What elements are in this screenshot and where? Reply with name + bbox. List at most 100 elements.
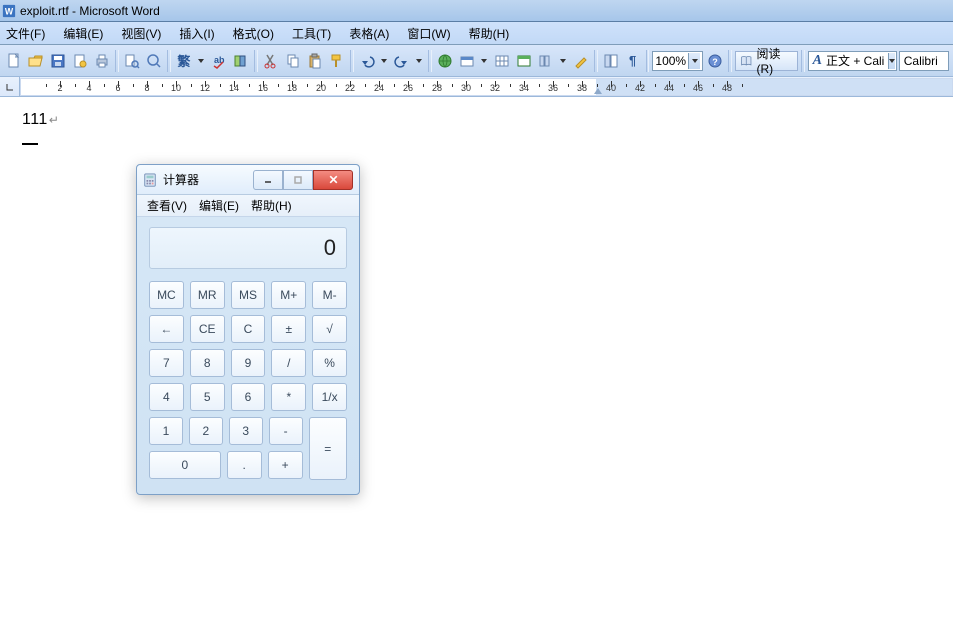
ruler-tick <box>568 84 569 87</box>
calc-key-ce[interactable]: CE <box>190 315 225 343</box>
calc-key-mr[interactable]: MR <box>190 281 225 309</box>
menu-file[interactable]: 文件(F) <box>4 23 47 44</box>
menu-table[interactable]: 表格(A) <box>347 23 391 44</box>
format-painter-icon[interactable] <box>327 50 347 72</box>
paragraph-mark-icon: ↵ <box>49 113 59 127</box>
close-button[interactable] <box>313 170 353 190</box>
toolbar-dropdown-icon[interactable] <box>414 50 425 72</box>
drawing-icon[interactable] <box>571 50 591 72</box>
ruler-tick <box>104 84 105 87</box>
calc-key-mminus[interactable]: M- <box>312 281 347 309</box>
calc-key-8[interactable]: 8 <box>190 349 225 377</box>
insert-worksheet-icon[interactable] <box>514 50 534 72</box>
redo-icon[interactable] <box>392 50 412 72</box>
svg-text:ab: ab <box>214 55 225 65</box>
chevron-down-icon[interactable] <box>888 53 895 69</box>
calc-key-negate[interactable]: ± <box>271 315 306 343</box>
print-icon[interactable] <box>92 50 112 72</box>
tab-align-icon[interactable] <box>0 77 20 96</box>
style-combo[interactable]: A 正文 + Cali <box>808 51 897 71</box>
toolbar-dropdown-icon[interactable] <box>558 50 569 72</box>
ruler-tick <box>60 81 61 87</box>
new-doc-icon[interactable] <box>4 50 24 72</box>
menu-edit[interactable]: 编辑(E) <box>61 23 105 44</box>
toolbar-separator <box>428 50 432 72</box>
calc-key-2[interactable]: 2 <box>189 417 223 445</box>
right-indent-marker[interactable] <box>594 88 602 94</box>
menu-tools[interactable]: 工具(T) <box>290 23 333 44</box>
calculator-window[interactable]: 计算器 查看(V) 编辑(E) 帮助(H) 0 MC MR MS M+ M- ←… <box>136 164 360 495</box>
toolbar-dropdown-icon[interactable] <box>479 50 490 72</box>
calc-key-7[interactable]: 7 <box>149 349 184 377</box>
calc-key-divide[interactable]: / <box>271 349 306 377</box>
menu-format[interactable]: 格式(O) <box>231 23 276 44</box>
insert-table-icon[interactable] <box>492 50 512 72</box>
horizontal-ruler[interactable]: 2468101214161820222426283032343638404244… <box>20 78 953 96</box>
toolbar-dropdown-icon[interactable] <box>196 50 207 72</box>
help-icon[interactable]: ? <box>705 50 725 72</box>
calc-key-percent[interactable]: % <box>312 349 347 377</box>
calc-key-plus[interactable]: + <box>268 451 303 479</box>
calc-key-multiply[interactable]: * <box>271 383 306 411</box>
menu-insert[interactable]: 插入(I) <box>177 23 216 44</box>
calc-menu-view[interactable]: 查看(V) <box>147 197 187 214</box>
font-combo[interactable]: Calibri <box>899 51 949 71</box>
calc-titlebar[interactable]: 计算器 <box>137 165 359 195</box>
calc-key-6[interactable]: 6 <box>231 383 266 411</box>
traditional-chinese-icon[interactable]: 繁 <box>174 50 194 72</box>
ruler-tick <box>510 84 511 87</box>
zoom-combo[interactable]: 100% <box>652 51 703 71</box>
ruler-tick <box>365 84 366 87</box>
calc-key-mplus[interactable]: M+ <box>271 281 306 309</box>
ruler-tick <box>307 84 308 87</box>
calc-key-9[interactable]: 9 <box>231 349 266 377</box>
calc-key-reciprocal[interactable]: 1/x <box>312 383 347 411</box>
ruler-tick <box>742 84 743 87</box>
doc-map-icon[interactable] <box>601 50 621 72</box>
calc-menu-edit[interactable]: 编辑(E) <box>199 197 239 214</box>
copy-icon[interactable] <box>283 50 303 72</box>
undo-icon[interactable] <box>357 50 377 72</box>
calc-menu-help[interactable]: 帮助(H) <box>251 197 292 214</box>
calc-key-backspace[interactable]: ← <box>149 315 184 343</box>
ruler-tick <box>727 81 728 87</box>
calc-key-5[interactable]: 5 <box>190 383 225 411</box>
hyperlink-icon[interactable] <box>435 50 455 72</box>
calc-key-4[interactable]: 4 <box>149 383 184 411</box>
calc-key-c[interactable]: C <box>231 315 266 343</box>
reading-mode-button[interactable]: 阅读(R) <box>735 51 798 71</box>
research-icon[interactable] <box>231 50 251 72</box>
calc-key-minus[interactable]: - <box>269 417 303 445</box>
zoom-page-icon[interactable] <box>144 50 164 72</box>
print-preview-icon[interactable] <box>122 50 142 72</box>
ruler-tick <box>147 81 148 87</box>
menu-view[interactable]: 视图(V) <box>119 23 163 44</box>
menu-help[interactable]: 帮助(H) <box>467 23 512 44</box>
calc-key-decimal[interactable]: . <box>227 451 262 479</box>
spellcheck-icon[interactable]: ab <box>209 50 229 72</box>
calc-key-1[interactable]: 1 <box>149 417 183 445</box>
calc-key-equals[interactable]: = <box>309 417 347 480</box>
open-icon[interactable] <box>26 50 46 72</box>
calc-key-0[interactable]: 0 <box>149 451 221 479</box>
ruler-tick <box>408 81 409 87</box>
chevron-down-icon[interactable] <box>688 53 700 69</box>
permissions-icon[interactable] <box>70 50 90 72</box>
ruler-tick <box>336 84 337 87</box>
tables-borders-icon[interactable] <box>457 50 477 72</box>
ruler-tick <box>379 81 380 87</box>
ruler-tick <box>669 81 670 87</box>
columns-icon[interactable] <box>536 50 556 72</box>
calc-key-sqrt[interactable]: √ <box>312 315 347 343</box>
toolbar-separator <box>801 50 805 72</box>
cut-icon[interactable] <box>261 50 281 72</box>
calc-key-ms[interactable]: MS <box>231 281 266 309</box>
minimize-button[interactable] <box>253 170 283 190</box>
show-marks-icon[interactable]: ¶ <box>623 50 643 72</box>
calc-key-3[interactable]: 3 <box>229 417 263 445</box>
toolbar-dropdown-icon[interactable] <box>379 50 390 72</box>
save-icon[interactable] <box>48 50 68 72</box>
menu-window[interactable]: 窗口(W) <box>405 23 452 44</box>
calc-key-mc[interactable]: MC <box>149 281 184 309</box>
paste-icon[interactable] <box>305 50 325 72</box>
